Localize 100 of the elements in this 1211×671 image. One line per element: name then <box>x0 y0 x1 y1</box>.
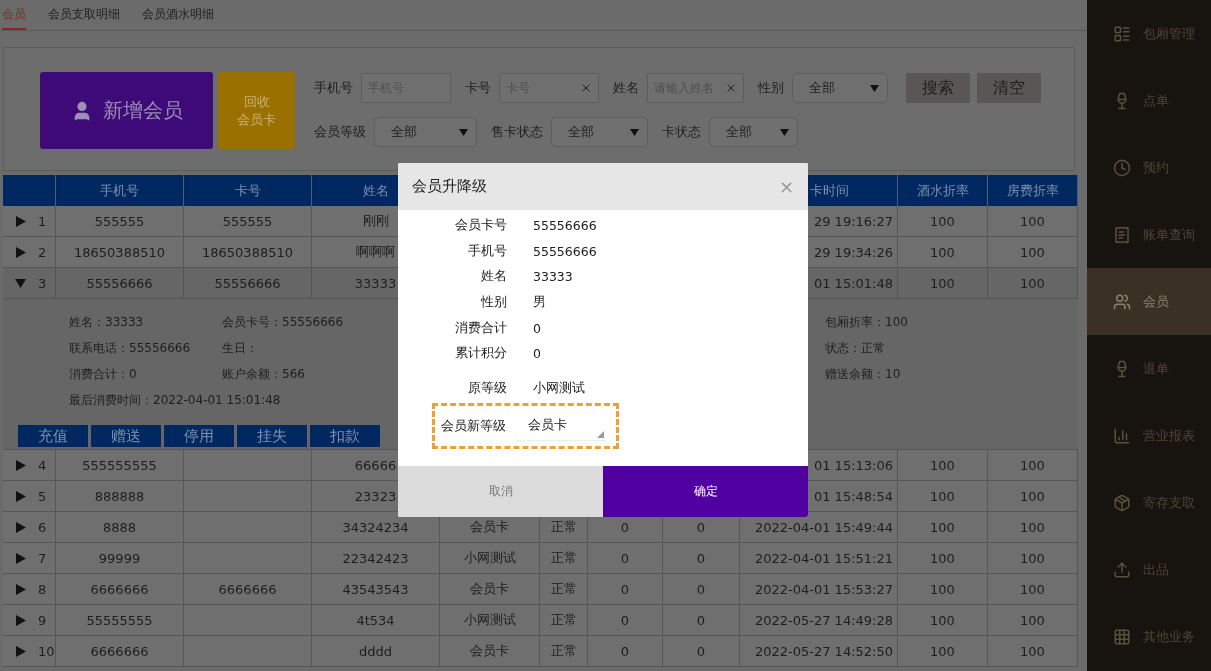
table-cell: 8888 <box>56 512 184 543</box>
detail-text: 包厢折率：100 <box>825 314 908 330</box>
tab[interactable]: 会员酒水明细 <box>142 0 214 30</box>
row-number: 6 <box>38 519 47 535</box>
field-value: 33333 <box>533 269 574 285</box>
field-label: 卡号 <box>465 79 491 97</box>
column-header: 卡号 <box>184 175 312 206</box>
table-cell: 555555555 <box>56 450 184 481</box>
expand-arrow-icon[interactable] <box>15 552 26 564</box>
clear-icon[interactable] <box>580 82 592 94</box>
detail-text: 生日： <box>222 340 258 356</box>
table-cell: 100 <box>898 237 988 268</box>
column-header: 手机号 <box>56 175 184 206</box>
action-button[interactable]: 充值 <box>18 425 88 447</box>
expand-arrow-icon[interactable] <box>15 614 26 626</box>
table-cell: 2022-05-27 14:52:50 <box>740 636 898 667</box>
field-label: 累计积分 <box>454 345 507 363</box>
table-cell: 555555 <box>56 206 184 237</box>
field-label: 手机号 <box>467 242 507 260</box>
table-cell: 0 <box>588 605 663 636</box>
table-cell: 55556666 <box>56 268 184 299</box>
action-button[interactable]: 赠送 <box>91 425 161 447</box>
expand-arrow-icon[interactable] <box>15 521 26 533</box>
search-button[interactable]: 搜索 <box>906 73 970 103</box>
recycle-card-button[interactable]: 回收 会员卡 <box>218 72 295 149</box>
detail-text: 会员卡号：55556666 <box>222 314 344 330</box>
detail-text: 姓名：33333 <box>69 314 144 330</box>
action-button[interactable]: 挂失 <box>237 425 307 447</box>
dropdown[interactable]: 全部 <box>551 117 648 147</box>
clear-button[interactable]: 清空 <box>977 73 1041 103</box>
dropdown[interactable]: 全部 <box>709 117 798 147</box>
table-cell: 100 <box>988 605 1078 636</box>
expand-arrow-icon[interactable] <box>15 277 26 289</box>
table-cell: 100 <box>898 636 988 667</box>
field-label: 会员新等级 <box>441 417 506 435</box>
table-cell: 2022-05-27 14:49:28 <box>740 605 898 636</box>
row-number: 4 <box>38 457 47 473</box>
table-cell: 18650388510 <box>56 237 184 268</box>
field-value: 0 <box>533 320 542 336</box>
row-number: 8 <box>38 581 47 597</box>
field-value: 男 <box>533 294 547 312</box>
action-button[interactable]: 扣款 <box>310 425 380 447</box>
new-member-button[interactable]: 新增会员 <box>40 72 213 149</box>
cancel-button[interactable]: 取消 <box>398 466 603 517</box>
expand-arrow-icon[interactable] <box>15 583 26 595</box>
caret-icon <box>630 128 639 136</box>
clear-icon[interactable] <box>725 82 737 94</box>
table-cell: 2022-04-01 15:49:44 <box>740 512 898 543</box>
table-cell: 100 <box>988 574 1078 605</box>
level-dropdown[interactable]: 会员卡 <box>516 411 606 442</box>
row-number: 5 <box>38 488 47 504</box>
table-cell: 100 <box>898 543 988 574</box>
field-value: 55556666 <box>533 218 598 234</box>
table-cell: 0 <box>588 574 663 605</box>
detail-text: 最后消费时间：2022-04-01 15:01:48 <box>69 392 281 408</box>
table-cell: 100 <box>898 512 988 543</box>
table-cell: 100 <box>988 268 1078 299</box>
table-cell: 正常 <box>540 605 588 636</box>
field-label: 手机号 <box>314 79 353 97</box>
table-cell: 100 <box>988 206 1078 237</box>
row-number: 3 <box>38 275 47 291</box>
grid-icon <box>1113 628 1131 647</box>
field-label: 消费合计 <box>454 319 507 337</box>
expand-arrow-icon[interactable] <box>15 490 26 502</box>
dropdown[interactable]: 全部 <box>792 73 888 103</box>
table-cell: 正常 <box>540 574 588 605</box>
tab[interactable]: 会员支取明细 <box>48 0 120 30</box>
expand-arrow-icon[interactable] <box>15 215 26 227</box>
table-cell: 0 <box>588 636 663 667</box>
dropdown[interactable]: 全部 <box>374 117 477 147</box>
package-icon <box>1113 494 1131 513</box>
expand-arrow-icon[interactable] <box>15 459 26 471</box>
table-cell: 100 <box>988 512 1078 543</box>
expand-arrow-icon[interactable] <box>15 246 26 258</box>
resize-corner-icon <box>597 431 604 439</box>
table-cell: 0 <box>663 543 740 574</box>
caret-icon <box>780 128 789 136</box>
receipt-icon <box>1113 225 1131 244</box>
table-cell: 小网测试 <box>440 605 540 636</box>
confirm-button[interactable]: 确定 <box>603 466 808 517</box>
row-number: 10 <box>38 643 55 659</box>
table-cell: 6666666 <box>56 636 184 667</box>
table-cell: 100 <box>898 206 988 237</box>
row-number: 2 <box>38 244 47 260</box>
row-number: 1 <box>38 213 47 229</box>
table-cell: 43543543 <box>312 574 440 605</box>
expand-arrow-icon[interactable] <box>15 645 26 657</box>
close-button[interactable]: × <box>778 176 794 197</box>
table-cell: 888888 <box>56 481 184 512</box>
detail-text: 状态：正常 <box>825 340 885 356</box>
action-button[interactable]: 停用 <box>164 425 234 447</box>
column-header <box>3 175 56 206</box>
field-value: 55556666 <box>533 243 598 259</box>
table-cell: 100 <box>898 481 988 512</box>
tab[interactable]: 会员 <box>2 0 26 30</box>
table-cell: 6666666 <box>184 574 312 605</box>
field-label: 会员卡号 <box>454 217 507 235</box>
detail-text: 消费合计：0 <box>69 366 137 382</box>
sidebar-item[interactable]: 会员 <box>1087 268 1211 336</box>
table-cell: 100 <box>988 237 1078 268</box>
